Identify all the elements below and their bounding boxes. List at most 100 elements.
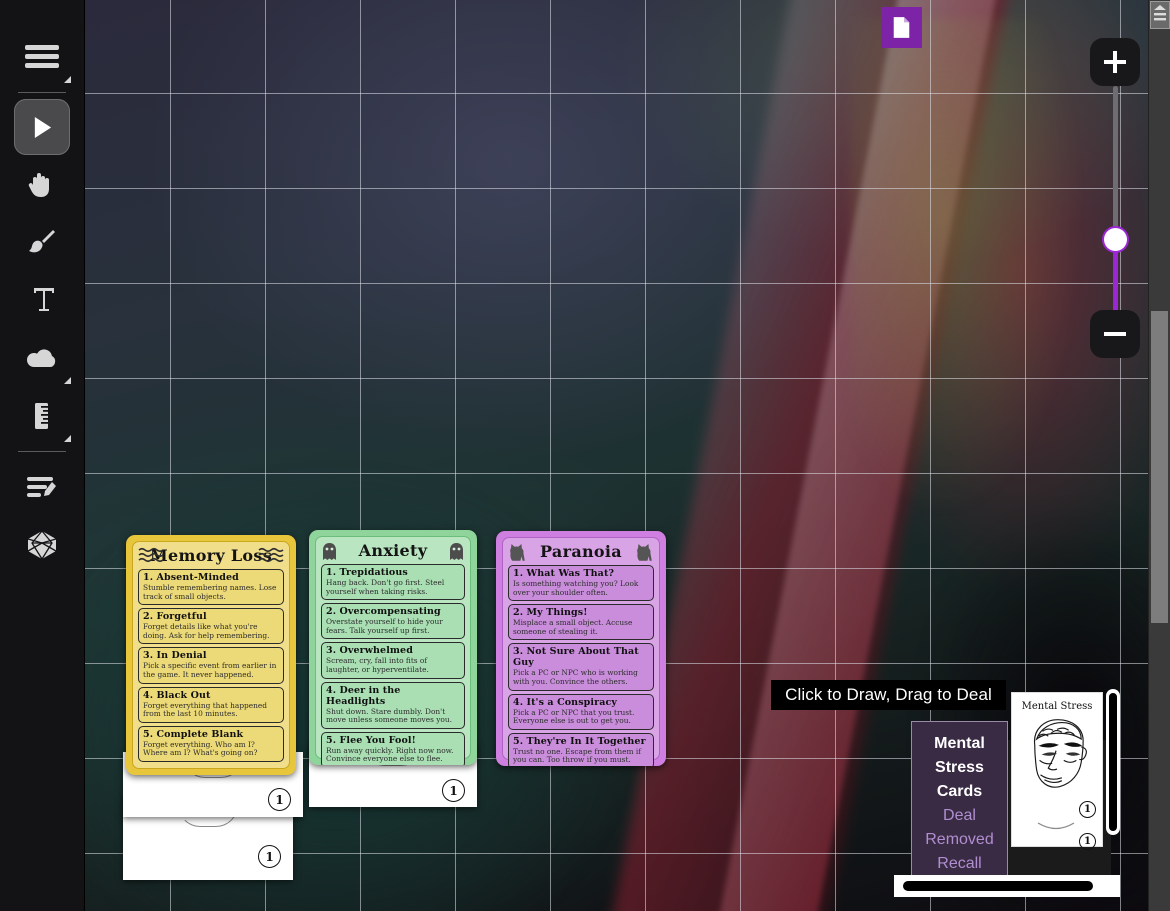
zoom-slider-handle[interactable] [1104, 228, 1127, 251]
entry-title: 5. Complete Blank [143, 728, 244, 740]
card-entry: 5. Flee You Fool! Run away quickly. Righ… [321, 731, 465, 765]
minus-icon [1104, 332, 1126, 336]
toolbar-item-text[interactable] [10, 271, 74, 329]
toolbar-item-select[interactable] [14, 99, 70, 155]
entry-title: 3. In Denial [143, 650, 207, 662]
scroll-up-button[interactable] [1150, 1, 1170, 29]
entry-body: Is something watching you? Look over you… [513, 579, 639, 597]
entry-body: Forget details like what you're doing. A… [143, 622, 270, 640]
ghost-icon [448, 542, 465, 560]
entry-body: Forget everything that happened from the… [143, 700, 268, 719]
card-entry: 1. Absent-Minded Stumble remembering nam… [138, 569, 284, 606]
zoom-track-upper[interactable] [1113, 86, 1118, 236]
entry-body: Pick a specific event from earlier in th… [143, 661, 277, 679]
entry-title: 5. Flee You Fool! [326, 734, 416, 746]
card-entry: 4. It's a Conspiracy Pick a PC or NPC th… [508, 693, 654, 730]
toolbar-item-notes[interactable] [10, 458, 74, 516]
d20-dice-icon [27, 530, 57, 560]
text-icon [30, 288, 54, 311]
entry-title: 4. Deer in the Headlights [326, 684, 401, 707]
paintbrush-icon [29, 230, 55, 253]
cat-icon [508, 543, 527, 561]
hand-icon [28, 173, 49, 197]
deck-panel[interactable]: Mental Stress Cards Deal Removed Recall [911, 721, 1008, 889]
entry-title: 1. What Was That? [513, 568, 615, 579]
zoom-in-button[interactable] [1090, 38, 1140, 86]
card-entry: 2. Overcompensating Overstate yourself t… [321, 603, 465, 640]
card-back-arc-icon [1037, 822, 1075, 830]
card-title-text: Memory Loss [149, 546, 273, 565]
card-back-count: 1 [258, 845, 281, 868]
deck-label-line: Mental [934, 735, 985, 752]
scroll-up-icon [1154, 5, 1166, 21]
entry-body: Stumble remembering names. Lose track of… [143, 583, 277, 601]
card-back-count: 1 [268, 788, 291, 811]
entry-title: 1. Absent-Minded [143, 572, 239, 583]
deck-preview-title: Mental Stress [1021, 701, 1093, 712]
horizontal-scroll-thumb[interactable] [900, 878, 1096, 894]
entry-body: Misplace a small object. Accuse someone … [513, 618, 633, 636]
deck-action-recall[interactable]: Recall [912, 852, 1007, 876]
card-body: Memory Loss 1. Absent-Minded Stumble rem… [132, 541, 290, 769]
page-document-icon [893, 17, 910, 38]
stress-card-paranoia[interactable]: Paranoia 1. What Was That? Is something … [496, 531, 666, 766]
entry-title: 4. It's a Conspiracy [513, 696, 617, 708]
deck-vertical-scrollbar[interactable] [1106, 689, 1120, 835]
toolbar-item-fog[interactable] [10, 329, 74, 387]
card-entry: 2. Forgetful Forget details like what yo… [138, 608, 284, 645]
entry-body: Hang back. Don't go first. Steel yoursel… [326, 578, 445, 596]
entry-title: 4. Black Out [143, 689, 211, 701]
card-title-text: Anxiety [358, 541, 428, 560]
document-chip[interactable] [881, 7, 922, 48]
stressed-face-icon [1034, 719, 1087, 788]
card-body: Paranoia 1. What Was That? Is something … [502, 537, 660, 766]
toolbar-item-dice[interactable] [10, 516, 74, 574]
card-entry: 4. Deer in the Headlights Shut down. Sta… [321, 681, 465, 729]
ghost-icon [321, 542, 338, 560]
deck-preview-card[interactable]: Mental Stress 1 1 [1011, 692, 1103, 850]
card-body: Anxiety 1. Trepidatious Hang back. Don't… [315, 536, 471, 765]
deck-label-line: Stress [935, 759, 984, 776]
stress-card-anxiety[interactable]: Anxiety 1. Trepidatious Hang back. Don't… [309, 530, 477, 765]
entry-body: Pick a PC or NPC who is working with you… [513, 668, 638, 686]
toolbar-item-draw[interactable] [10, 213, 74, 271]
card-entry: 3. Not Sure About That Guy Pick a PC or … [508, 643, 654, 691]
tool-expand-corner[interactable] [64, 76, 71, 83]
wave-lines-icon [258, 547, 284, 564]
tool-expand-corner[interactable] [64, 377, 71, 384]
deck-action-deal[interactable]: Deal [912, 804, 1007, 828]
card-entry: 1. Trepidatious Hang back. Don't go firs… [321, 564, 465, 601]
stress-card-memory-loss[interactable]: Memory Loss 1. Absent-Minded Stumble rem… [126, 535, 296, 775]
cursor-pointer-icon [34, 116, 51, 138]
tool-expand-corner[interactable] [64, 435, 71, 442]
deck-scroll-thumb[interactable] [1109, 693, 1117, 831]
entry-body: Forget everything. Who am I? Where am I?… [143, 739, 258, 758]
deck-tooltip: Click to Draw, Drag to Deal [771, 680, 1006, 710]
cat-icon [635, 543, 654, 561]
entry-title: 2. My Things! [513, 607, 588, 619]
deck-action-removed[interactable]: Removed [912, 828, 1007, 852]
card-title: Anxiety [321, 540, 465, 561]
deck-label-line: Cards [936, 783, 983, 800]
card-title-text: Paranoia [540, 542, 622, 561]
toolbar-divider [18, 451, 66, 452]
hamburger-menu-icon [25, 45, 59, 68]
card-back-count: 1 [442, 779, 465, 802]
card-entry: 5. Complete Blank Forget everything. Who… [138, 725, 284, 762]
toolbar-item-pan[interactable] [10, 155, 74, 213]
entry-body: Pick a PC or NPC that you trust. Everyon… [513, 707, 635, 726]
card-entry: 3. Overwhelmed Scream, cry, fall into fi… [321, 642, 465, 679]
toolbar-item-menu[interactable] [10, 28, 74, 86]
entry-title: 3. Overwhelmed [326, 645, 413, 657]
vertical-scrollbar[interactable] [1148, 0, 1170, 911]
zoom-out-button[interactable] [1090, 310, 1140, 358]
deck-preview-badge: 1 [1079, 801, 1096, 818]
entry-title: 2. Forgetful [143, 611, 207, 623]
entry-title: 1. Trepidatious [326, 567, 408, 578]
vertical-scroll-thumb[interactable] [1151, 311, 1168, 623]
toolbar-item-measure[interactable] [10, 387, 74, 445]
entry-body: Trust no one. Escape from them if you ca… [513, 746, 641, 765]
left-toolbar [0, 0, 85, 911]
card-entry: 4. Black Out Forget everything that happ… [138, 686, 284, 723]
zoom-control [1090, 38, 1140, 358]
